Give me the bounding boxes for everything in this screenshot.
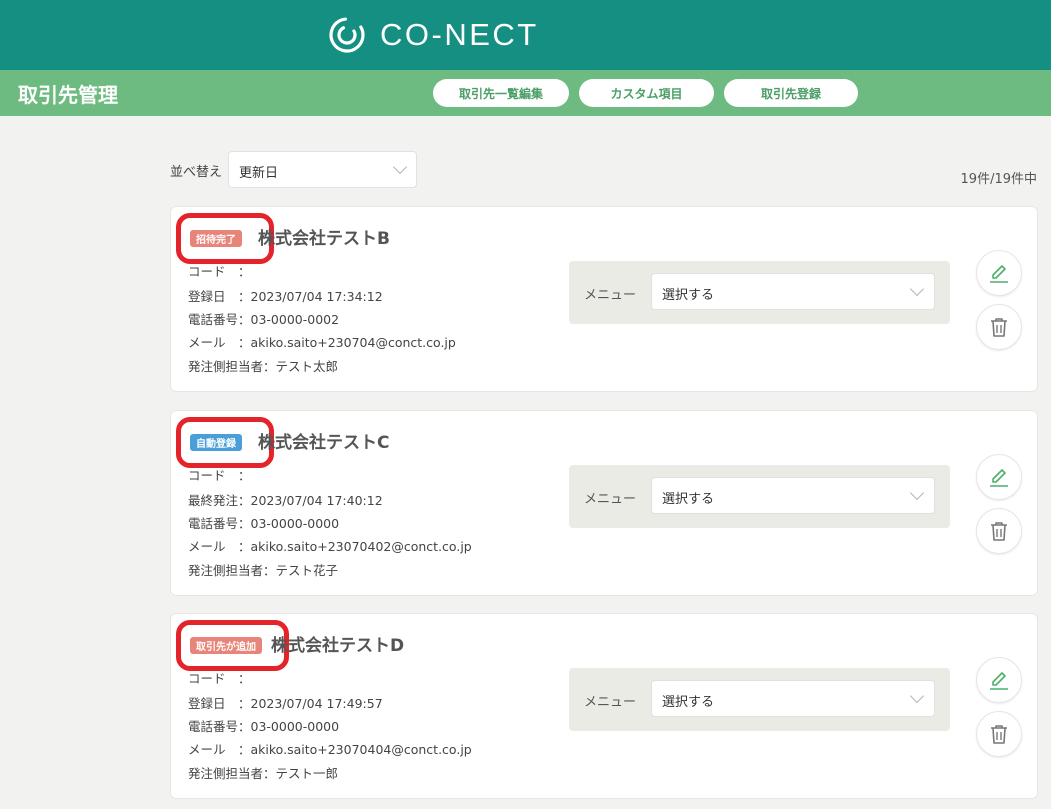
company-name: 株式会社テストD: [271, 636, 405, 656]
page-title: 取引先管理: [18, 83, 118, 107]
company-name: 株式会社テストC: [258, 433, 390, 453]
menu-select-value: 選択する: [662, 288, 715, 303]
sort-label: 並べ替え: [170, 165, 223, 180]
menu-box: メニュー 選択する: [569, 465, 950, 528]
menu-select-value: 選択する: [662, 695, 715, 710]
edit-list-button[interactable]: 取引先一覧編集: [433, 79, 569, 107]
delete-button[interactable]: [976, 304, 1022, 350]
chevron-down-icon: [909, 281, 925, 297]
field-last-order: 最終発注：2023/07/04 17:40:12: [188, 493, 383, 508]
trash-icon: [991, 725, 1007, 744]
delete-button[interactable]: [976, 711, 1022, 757]
edit-button[interactable]: [976, 657, 1022, 703]
field-email: メール ：akiko.saito+230704@conct.co.jp: [188, 335, 456, 350]
menu-select-value: 選択する: [662, 492, 715, 507]
field-email: メール ：akiko.saito+23070402@conct.co.jp: [188, 539, 472, 554]
field-phone: 電話番号：03-0000-0000: [188, 719, 340, 734]
menu-label: メニュー: [584, 288, 637, 303]
field-contact: 発注側担当者：テスト花子: [188, 563, 339, 578]
logo-text: CO-NECT: [380, 17, 539, 52]
sort-select-value: 更新日: [239, 166, 279, 181]
field-phone: 電話番号：03-0000-0000: [188, 516, 340, 531]
field-phone: 電話番号：03-0000-0002: [188, 312, 340, 327]
sort-select[interactable]: 更新日: [228, 151, 417, 188]
chevron-down-icon: [909, 485, 925, 501]
status-badge: 自動登録: [190, 434, 242, 451]
edit-button[interactable]: [976, 454, 1022, 500]
register-client-button[interactable]: 取引先登録: [724, 79, 858, 107]
chevron-down-icon: [909, 688, 925, 704]
delete-button[interactable]: [976, 508, 1022, 554]
field-contact: 発注側担当者：テスト一郎: [188, 766, 339, 781]
sub-header: 取引先管理 取引先一覧編集 カスタム項目 取引先登録: [0, 70, 1051, 116]
field-code: コード ：: [188, 468, 251, 483]
company-name: 株式会社テストB: [258, 229, 390, 249]
field-registered: 登録日 ：2023/07/04 17:49:57: [188, 696, 383, 711]
custom-fields-button[interactable]: カスタム項目: [579, 79, 714, 107]
pencil-icon: [990, 672, 1008, 690]
field-email: メール ：akiko.saito+23070404@conct.co.jp: [188, 742, 472, 757]
status-badge: 取引先が追加: [190, 637, 262, 654]
pencil-icon: [990, 469, 1008, 487]
menu-label: メニュー: [584, 492, 637, 507]
app-header: CO-NECT: [0, 0, 1051, 70]
trash-icon: [991, 522, 1007, 541]
client-card: 招待完了 株式会社テストB コード ： 登録日 ：2023/07/04 17:3…: [170, 206, 1038, 392]
client-card: 取引先が追加 株式会社テストD コード ： 登録日 ：2023/07/04 17…: [170, 613, 1038, 799]
field-code: コード ：: [188, 264, 251, 279]
result-count: 19件/19件中: [960, 172, 1037, 187]
field-contact: 発注側担当者：テスト太郎: [188, 359, 339, 374]
trash-icon: [991, 318, 1007, 337]
chevron-down-icon: [392, 159, 408, 175]
pencil-icon: [990, 265, 1008, 283]
menu-select[interactable]: 選択する: [651, 273, 935, 310]
logo[interactable]: CO-NECT: [328, 14, 539, 56]
client-card: 自動登録 株式会社テストC コード ： 最終発注：2023/07/04 17:4…: [170, 410, 1038, 596]
menu-label: メニュー: [584, 695, 637, 710]
status-badge: 招待完了: [190, 230, 242, 247]
menu-select[interactable]: 選択する: [651, 680, 935, 717]
co-nect-logo-icon: [329, 17, 365, 53]
field-code: コード ：: [188, 671, 251, 686]
edit-button[interactable]: [976, 250, 1022, 296]
field-registered: 登録日 ：2023/07/04 17:34:12: [188, 289, 383, 304]
menu-box: メニュー 選択する: [569, 668, 950, 731]
menu-box: メニュー 選択する: [569, 261, 950, 324]
menu-select[interactable]: 選択する: [651, 477, 935, 514]
